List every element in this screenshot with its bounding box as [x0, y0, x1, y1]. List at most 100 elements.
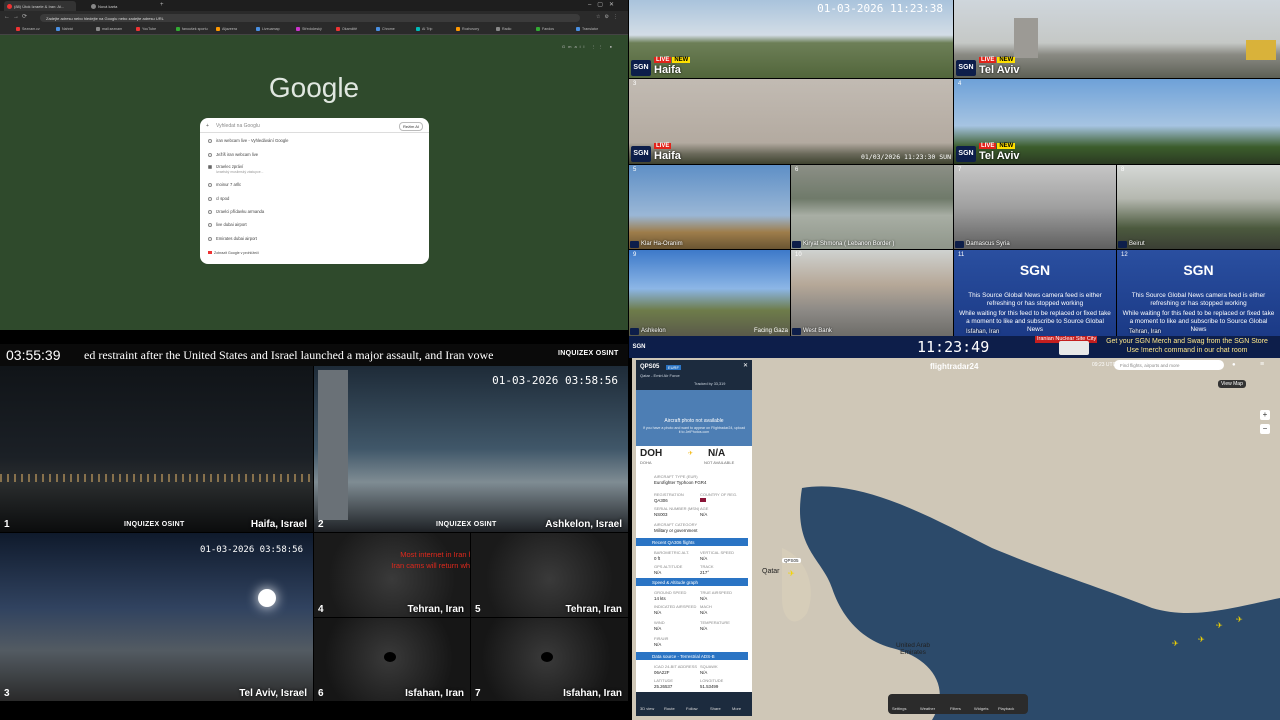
field-label: GPS ALTITUDE — [654, 564, 683, 569]
osint-feed-haifa[interactable]: 1 Haifa, Israel INQUIZEX OSINT — [0, 366, 313, 532]
nav-buttons[interactable]: ←→⟳ — [4, 13, 30, 20]
camera-feed-tel-aviv-2[interactable]: 4 SGN LIVE NEW Tel Aviv — [954, 79, 1280, 164]
field-value: N/A — [654, 642, 662, 647]
camera-name: Damascus Syria — [966, 241, 1010, 247]
suggestion-item[interactable]: cl spod — [208, 196, 229, 201]
bookmark-item[interactable]: Nahrát — [56, 27, 73, 32]
bookmark-item[interactable]: Okamžitě — [336, 27, 357, 32]
suggestion-item[interactable]: live dubai airport — [208, 222, 247, 227]
camera-number: 9 — [633, 252, 637, 258]
user-icon[interactable]: ● — [1232, 362, 1236, 368]
suggestion-item[interactable]: iran webcam live - Vyhledávání Google — [208, 138, 288, 143]
bookmark-item[interactable]: Aljazeera — [216, 27, 237, 32]
camera-feed-haifa[interactable]: 01-03-2026 11:23:38 SGN LIVE NEW Haifa — [629, 0, 953, 78]
osint-feed-isfahan-2[interactable]: 7 Isfahan, Iran — [471, 618, 628, 701]
bookmark-item[interactable]: Fandos — [536, 27, 554, 32]
3d-view-button[interactable]: 3D view — [640, 706, 654, 711]
suggestion-item[interactable]: Ježíš iran webcam live — [208, 152, 258, 157]
bookmark-item[interactable]: Radio — [496, 27, 511, 32]
browser-tab[interactable]: (88) Útok Izraele & Iran: Ai... — [4, 1, 76, 11]
more-button[interactable]: More — [732, 706, 741, 711]
flight-callout[interactable]: QPS05 — [782, 558, 801, 563]
data-source-section[interactable]: Data source - Terrestrial ADS-B — [636, 652, 748, 660]
osint-feed-isfahan[interactable]: 6 Isfahan, Iran — [314, 618, 470, 701]
menu-icon[interactable]: ≡ — [1260, 361, 1264, 368]
live-badge: LIVE — [654, 143, 672, 149]
field-value: 25.26537 — [654, 684, 673, 689]
open-in-browser-link[interactable]: Zobrazit Google v prohlížeči — [208, 251, 259, 255]
share-button[interactable]: Share — [710, 706, 721, 711]
bookmark-item[interactable]: AI Trip — [416, 27, 432, 32]
osint-feed-tehran-2[interactable]: 5 Tehran, Iran — [471, 533, 628, 617]
weather-button[interactable]: Weather — [920, 706, 935, 711]
playback-button[interactable]: Playback — [998, 706, 1014, 711]
camera-feed-small[interactable]: 8 Beirut — [1117, 165, 1280, 249]
zoom-in-button[interactable]: + — [1260, 410, 1270, 420]
apps-icon[interactable]: Gmail ⋮⋮ ● — [562, 44, 615, 49]
camera-feed-offline[interactable]: 12 SGN This Source Global News camera fe… — [1117, 250, 1280, 336]
bookmark-item[interactable]: Seznam.cz — [16, 27, 40, 32]
osint-feed-tehran[interactable]: Most internet in Iran has been shutdown.… — [314, 533, 470, 617]
bookmark-item[interactable]: Chrome — [376, 27, 395, 32]
follow-button[interactable]: Follow — [686, 706, 698, 711]
camera-feed-small[interactable]: 10 West Bank — [791, 250, 953, 336]
ai-mode-button[interactable]: Režim AI — [398, 122, 423, 131]
history-icon — [208, 152, 212, 157]
youtube-icon — [7, 4, 12, 9]
new-tab-button[interactable]: + — [160, 2, 164, 8]
camera-feed-tel-aviv[interactable]: SGN LIVE NEW Tel Aviv — [954, 0, 1280, 78]
suggestion-item[interactable]: Izraelec zpráví — [208, 164, 243, 169]
route-button[interactable]: Route — [664, 706, 675, 711]
bookmark-item[interactable]: mail.seznam — [96, 27, 122, 32]
settings-button[interactable]: Settings — [892, 706, 906, 711]
aircraft-icon[interactable]: ✈ — [1198, 636, 1206, 644]
bookmark-item[interactable]: YouTube — [136, 27, 156, 32]
news-ticker: 03:55:39 ed restraint after the United S… — [0, 344, 628, 366]
osint-feed-tel-aviv[interactable]: 01-03-2026 03:58:56 3 Tel Aviv, Israel — [0, 533, 313, 701]
add-icon[interactable]: + — [206, 123, 209, 129]
osint-feed-ashkelon[interactable]: 01-03-2026 03:58:56 2 Ashkelon, Israel I… — [314, 366, 628, 532]
speed-altitude-section[interactable]: Speed & Altitude graph — [636, 578, 748, 586]
aircraft-icon[interactable]: ✈ — [1172, 640, 1180, 648]
recent-flights-section[interactable]: Recent QA306 flights — [636, 538, 748, 546]
field-value: N/A — [700, 596, 708, 601]
suggestion-item[interactable]: Izraelci přídavku armanda — [208, 209, 264, 214]
aircraft-icon[interactable]: ✈ — [788, 570, 796, 578]
history-icon — [208, 236, 212, 241]
camera-feed-offline[interactable]: 11 SGN This Source Global News camera fe… — [954, 250, 1116, 336]
bookmark-item[interactable]: fanoušek sportu — [176, 27, 208, 32]
widgets-button[interactable]: Widgets — [974, 706, 988, 711]
camera-feed-haifa-2[interactable]: 3 01/03/2026 11:23:30 SUN SGN LIVE Haifa — [629, 79, 953, 164]
clock: 11:23:49 — [917, 338, 990, 356]
field-label: VERTICAL SPEED — [700, 550, 735, 555]
bookmark-item[interactable]: Liveuamap — [256, 27, 280, 32]
address-input[interactable]: Zadejte adresu nebo hledejte na Googlu n… — [40, 14, 580, 22]
browser-tab[interactable]: Nová karta — [88, 1, 148, 11]
search-input[interactable]: Vyhledat na Googlu — [216, 123, 260, 129]
close-icon[interactable]: ✕ — [743, 362, 748, 369]
aircraft-icon[interactable]: ✈ — [1216, 622, 1224, 630]
suggestion-item[interactable]: moinur 7 arllc — [208, 182, 241, 187]
bookmark-item[interactable]: Rozhovory — [456, 27, 479, 32]
view-button[interactable]: View Map — [1218, 380, 1246, 388]
city-lights — [0, 474, 313, 482]
window-controls[interactable]: –▢✕ — [588, 1, 620, 8]
camera-feed-small[interactable]: 5 Klar Ha-Oranim — [629, 165, 790, 249]
bookmark-icon — [456, 27, 460, 32]
camera-number: 12 — [1121, 252, 1128, 258]
bookmark-item[interactable]: Středočeský — [296, 27, 322, 32]
suggestion-item[interactable]: Emirates dubai airport — [208, 236, 257, 241]
camera-feed-small[interactable]: 9 Ashkelon Facing Gaza — [629, 250, 790, 336]
field-value: 51.53499 — [700, 684, 719, 689]
field-value: N/A — [700, 610, 708, 615]
extension-icons[interactable]: ☆⚙⋮ — [596, 14, 622, 20]
camera-feed-small[interactable]: 7 Damascus Syria — [954, 165, 1116, 249]
field-label: GROUND SPEED — [654, 590, 687, 595]
bookmark-item[interactable]: Translator — [576, 27, 598, 32]
aircraft-icon[interactable]: ✈ — [1236, 616, 1244, 624]
camera-name: Tehran, Iran — [407, 604, 465, 615]
zoom-out-button[interactable]: − — [1260, 424, 1270, 434]
search-input[interactable]: Find flights, airports and more — [1114, 360, 1224, 370]
camera-feed-small[interactable]: 6 Kiryat Shmona ( Lebanon Border ) — [791, 165, 953, 249]
filters-button[interactable]: Filters — [950, 706, 961, 711]
